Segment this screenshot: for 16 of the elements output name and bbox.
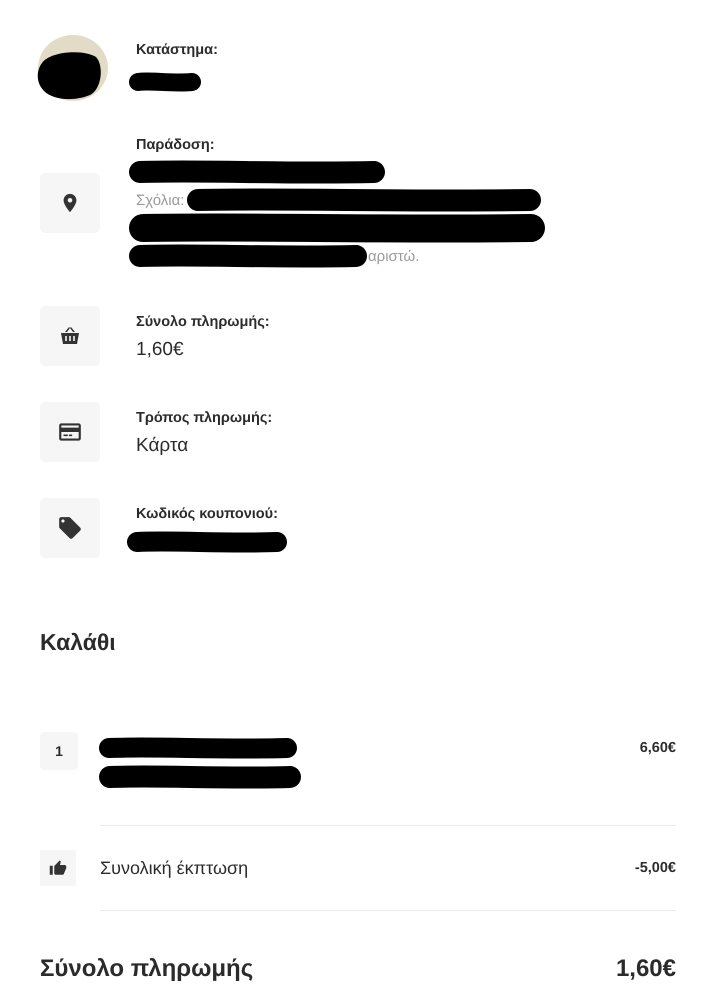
field-label: Τρόπος πληρωμής: xyxy=(136,409,272,427)
total-amount: 1,60€ xyxy=(616,955,676,983)
field-value: Κάρτα xyxy=(136,435,190,457)
section-title: Καλάθι xyxy=(40,628,117,656)
comment-label: Σχόλια: xyxy=(136,192,184,208)
field-label: Κατάστημα: xyxy=(136,41,218,59)
discount-label: Συνολική έκπτωση xyxy=(100,858,248,878)
comment-text: αριστώ. xyxy=(368,248,420,264)
total-label: Σύνολο πληρωμής xyxy=(40,955,254,983)
field-value: 1,60€ xyxy=(136,339,185,361)
field-label: Παράδοση: xyxy=(136,136,216,154)
item-price: 6,60€ xyxy=(640,739,676,756)
field-label: Κωδικός κουπονιού: xyxy=(136,505,279,523)
field-label: Σύνολο πληρωμής: xyxy=(136,313,270,331)
quantity-badge: 1 xyxy=(40,732,78,770)
discount-amount: -5,00€ xyxy=(634,860,676,876)
